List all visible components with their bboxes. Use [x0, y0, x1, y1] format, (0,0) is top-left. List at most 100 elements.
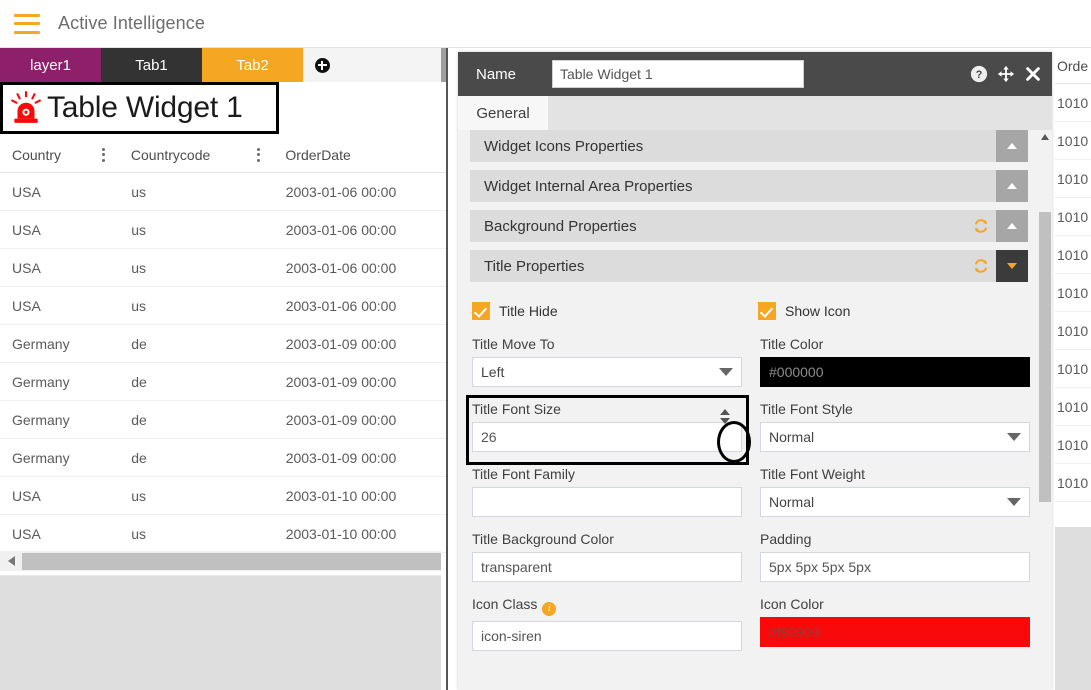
- column-menu-icon[interactable]: [251, 147, 265, 162]
- close-icon[interactable]: [1024, 65, 1042, 83]
- cell-country: Germany: [12, 411, 70, 428]
- scrollbar-thumb[interactable]: [1039, 212, 1051, 502]
- chevron-up-icon[interactable]: [996, 210, 1028, 242]
- show-icon-checkbox[interactable]: [758, 302, 776, 320]
- table-row[interactable]: USA us 2003-01-06 00:00: [0, 173, 447, 211]
- chevron-down-icon[interactable]: [996, 250, 1028, 282]
- selected-value: Normal: [769, 429, 815, 445]
- section-background-properties[interactable]: Background Properties: [470, 210, 1028, 242]
- table-row[interactable]: USA us 2003-01-06 00:00: [0, 211, 447, 249]
- chevron-up-icon[interactable]: [996, 130, 1028, 162]
- cell-country: Germany: [12, 449, 70, 466]
- table-header-countrycode[interactable]: Countrycode: [119, 147, 274, 163]
- table-row[interactable]: Germany de 2003-01-09 00:00: [0, 325, 447, 363]
- scrollbar-thumb[interactable]: [22, 552, 441, 570]
- title-move-to-select[interactable]: Left: [472, 357, 742, 387]
- refresh-icon[interactable]: [966, 250, 996, 282]
- help-icon[interactable]: ?: [970, 65, 988, 83]
- title-hide-field[interactable]: Title Hide: [472, 302, 740, 320]
- title-font-size-stepper[interactable]: [718, 406, 732, 426]
- tab-tab1[interactable]: Tab1: [101, 48, 202, 82]
- tab-layer1[interactable]: layer1: [0, 48, 101, 82]
- background-table-row: 1010: [1055, 350, 1091, 388]
- chevron-up-icon[interactable]: [996, 170, 1028, 202]
- table-row[interactable]: USA us 2003-01-06 00:00: [0, 249, 447, 287]
- title-move-to-label: Title Move To: [472, 336, 555, 352]
- title-background-color-input[interactable]: [472, 552, 742, 582]
- background-table-row: 1010: [1055, 198, 1091, 236]
- section-title: Background Properties: [484, 217, 637, 235]
- cell-orderdate: 2003-01-10 00:00: [285, 487, 397, 504]
- column-label: Country: [12, 146, 62, 163]
- name-label: Name: [476, 65, 517, 83]
- title-color-field: Title Color: [760, 336, 1030, 387]
- add-tab-button[interactable]: [303, 48, 341, 82]
- cell-countrycode: us: [131, 297, 147, 314]
- cell-orderdate: 2003-01-06 00:00: [285, 259, 397, 276]
- cell-orderdate: 2003-01-09 00:00: [285, 449, 397, 466]
- table-row[interactable]: USA us 2003-01-10 00:00: [0, 477, 447, 515]
- title-font-style-select[interactable]: Normal: [760, 422, 1030, 452]
- scroll-up-icon[interactable]: [1038, 130, 1052, 144]
- form-row-fontsize-fontstyle: Title Font Size Title Font Style Norm: [466, 395, 1030, 465]
- form-row-iconclass-iconcolor: Icon Class i Icon Color: [472, 596, 1030, 651]
- section-title: Widget Internal Area Properties: [484, 177, 693, 195]
- panel-tab-row: General: [458, 96, 1052, 130]
- table-row[interactable]: Germany de 2003-01-09 00:00: [0, 401, 447, 439]
- padding-input[interactable]: [760, 552, 1030, 582]
- title-color-label: Title Color: [760, 336, 824, 352]
- table-row[interactable]: USA us 2003-01-06 00:00: [0, 287, 447, 325]
- table-header-row: Country Countrycode OrderDate: [0, 137, 447, 173]
- icon-class-label-text: Icon Class: [472, 596, 538, 612]
- table-horizontal-scrollbar[interactable]: [0, 551, 441, 571]
- widget-name-input[interactable]: [552, 60, 804, 88]
- title-properties-form: Title Hide Show Icon Title Move To Left: [466, 290, 1030, 651]
- title-color-input[interactable]: [760, 357, 1030, 387]
- table-header-country[interactable]: Country: [0, 147, 119, 163]
- title-font-style-field: Title Font Style Normal: [760, 401, 1030, 452]
- refresh-icon[interactable]: [966, 210, 996, 242]
- table-row[interactable]: Germany de 2003-01-09 00:00: [0, 439, 447, 477]
- hamburger-icon[interactable]: [14, 13, 40, 34]
- title-font-family-input[interactable]: [472, 487, 742, 517]
- icon-class-input[interactable]: [472, 621, 742, 651]
- app-root: Active Intelligence Orde 1010 1010 1010 …: [0, 0, 1091, 690]
- info-icon[interactable]: i: [542, 602, 557, 616]
- column-menu-icon[interactable]: [97, 147, 111, 162]
- title-hide-checkbox[interactable]: [472, 302, 490, 320]
- show-icon-field[interactable]: Show Icon: [758, 302, 1026, 320]
- title-font-style-label: Title Font Style: [760, 401, 853, 417]
- title-background-color-field: Title Background Color: [472, 531, 742, 582]
- table-header-orderdate[interactable]: OrderDate: [273, 147, 447, 163]
- table-row[interactable]: Germany de 2003-01-09 00:00: [0, 363, 447, 401]
- app-title: Active Intelligence: [58, 13, 205, 33]
- top-bar: Active Intelligence: [0, 0, 1091, 48]
- scroll-left-icon[interactable]: [0, 551, 22, 571]
- tab-label: General: [476, 104, 530, 122]
- section-title-properties[interactable]: Title Properties: [470, 250, 1028, 282]
- title-font-size-input[interactable]: [472, 422, 742, 452]
- accordion-list: Widget Icons Properties Widget Internal …: [466, 130, 1030, 665]
- title-font-weight-select[interactable]: Normal: [760, 487, 1030, 517]
- cell-country: USA: [12, 259, 41, 276]
- table-row[interactable]: USA us 2003-01-10 00:00: [0, 515, 447, 553]
- section-widget-internal-area-properties[interactable]: Widget Internal Area Properties: [470, 170, 1028, 202]
- icon-color-input[interactable]: [760, 617, 1030, 647]
- plus-icon: [314, 57, 330, 73]
- form-row-fontfamily-fontweight: Title Font Family Title Font Weight Norm…: [472, 466, 1030, 517]
- cell-orderdate: 2003-01-09 00:00: [285, 411, 397, 428]
- tab-tab2[interactable]: Tab2: [202, 48, 303, 82]
- background-table-row: 1010: [1055, 160, 1091, 198]
- show-icon-label: Show Icon: [785, 303, 851, 319]
- cell-country: USA: [12, 487, 41, 504]
- widget-title-highlight[interactable]: Table Widget 1: [0, 82, 279, 134]
- panel-vertical-scrollbar[interactable]: [1038, 130, 1052, 690]
- cell-country: Germany: [12, 373, 70, 390]
- background-table-row: 1010: [1055, 274, 1091, 312]
- move-icon[interactable]: [997, 65, 1015, 83]
- form-row-move-color: Title Move To Left Title Color: [472, 336, 1030, 387]
- section-widget-icons-properties[interactable]: Widget Icons Properties: [470, 130, 1028, 162]
- title-hide-label: Title Hide: [499, 303, 558, 319]
- section-actions: [996, 130, 1028, 162]
- tab-general[interactable]: General: [458, 96, 548, 130]
